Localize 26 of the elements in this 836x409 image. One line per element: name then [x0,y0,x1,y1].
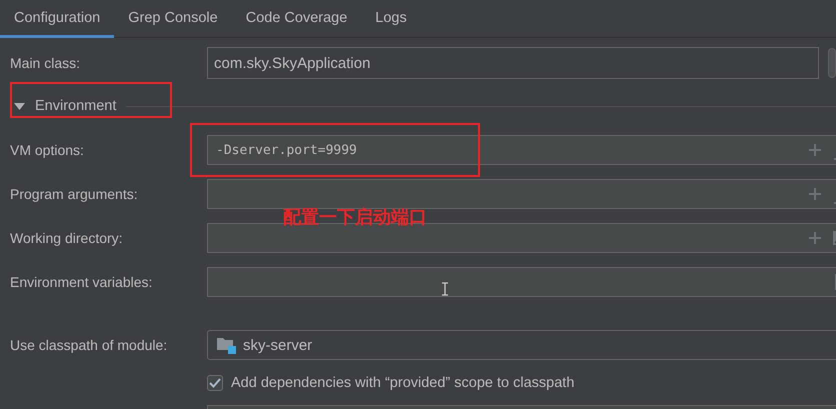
main-class-field[interactable]: com.sky.SkyApplication [207,47,819,79]
field-label: Main class: [9,55,82,71]
plus-icon[interactable] [809,188,821,200]
text-field[interactable] [207,179,836,209]
text-field[interactable] [207,267,836,297]
checkbox-label: Add dependencies with “provided” scope to classpath [231,375,574,391]
module-dropdown[interactable]: sky-server [207,330,836,360]
field-label: Use classpath of module: [9,337,168,353]
plus-icon[interactable] [809,232,821,244]
tab[interactable]: Grep Console [114,0,232,38]
field-label: Environment variables: [9,274,154,290]
section-toggle[interactable]: Environment [0,98,116,114]
tab[interactable]: Logs [361,0,421,38]
text-field[interactable]: -Dserver.port=9999 [207,135,836,165]
tab[interactable]: Configuration [0,0,114,38]
plus-icon[interactable] [809,144,821,156]
checkbox[interactable] [207,375,223,391]
field-label: VM options: [9,142,85,158]
tab[interactable]: Code Coverage [232,0,362,38]
field-label: Working directory: [9,230,124,246]
expanded-triangle-icon [14,102,25,110]
field-label: Program arguments: [9,186,139,202]
module-folder-icon [216,336,236,354]
text-cursor-icon [441,282,449,296]
browse-button[interactable] [828,48,836,78]
annotation-note: 配置一下启动端口 [283,206,427,229]
